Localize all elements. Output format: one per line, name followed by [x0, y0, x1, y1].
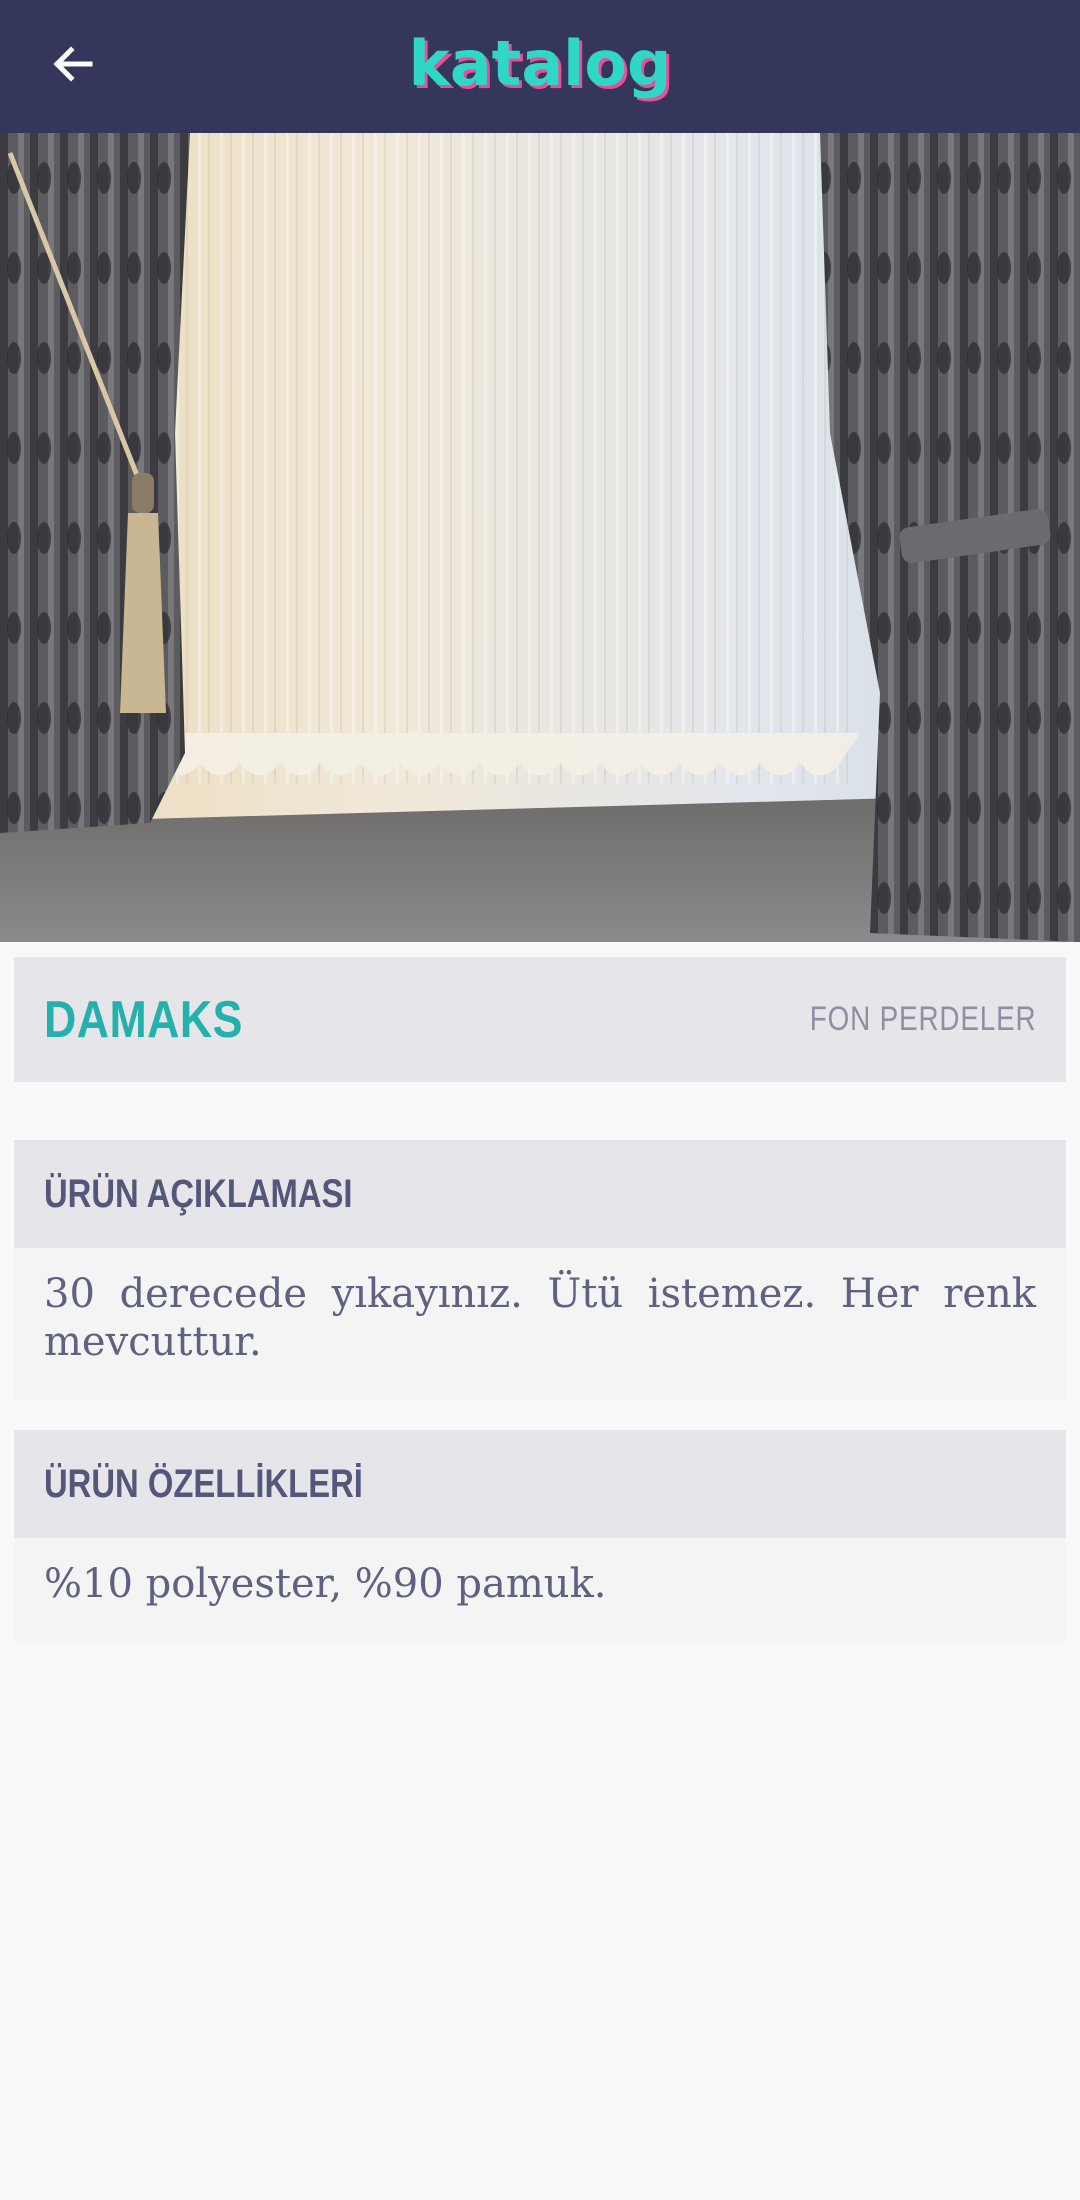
features-header: ÜRÜN ÖZELLİKLERİ [14, 1430, 1066, 1538]
description-header-label: ÜRÜN AÇIKLAMASI [44, 1171, 353, 1216]
description-section: ÜRÜN AÇIKLAMASI 30 derecede yıkayınız. Ü… [14, 1140, 1066, 1400]
arrow-left-icon [50, 42, 94, 91]
description-header: ÜRÜN AÇIKLAMASI [14, 1140, 1066, 1248]
app-logo: katalog [408, 27, 672, 100]
product-name: DAMAKS [44, 990, 243, 1049]
features-body: %10 polyester, %90 pamuk. [14, 1538, 1066, 1643]
product-title-card: DAMAKS FON PERDELER [14, 957, 1066, 1082]
product-image [0, 133, 1080, 942]
product-category: FON PERDELER [809, 1000, 1036, 1038]
back-button[interactable] [36, 30, 108, 102]
app-bar: katalog [0, 0, 1080, 133]
features-section: ÜRÜN ÖZELLİKLERİ %10 polyester, %90 pamu… [14, 1430, 1066, 1643]
features-header-label: ÜRÜN ÖZELLİKLERİ [44, 1461, 363, 1506]
description-body: 30 derecede yıkayınız. Ütü istemez. Her … [14, 1248, 1066, 1400]
